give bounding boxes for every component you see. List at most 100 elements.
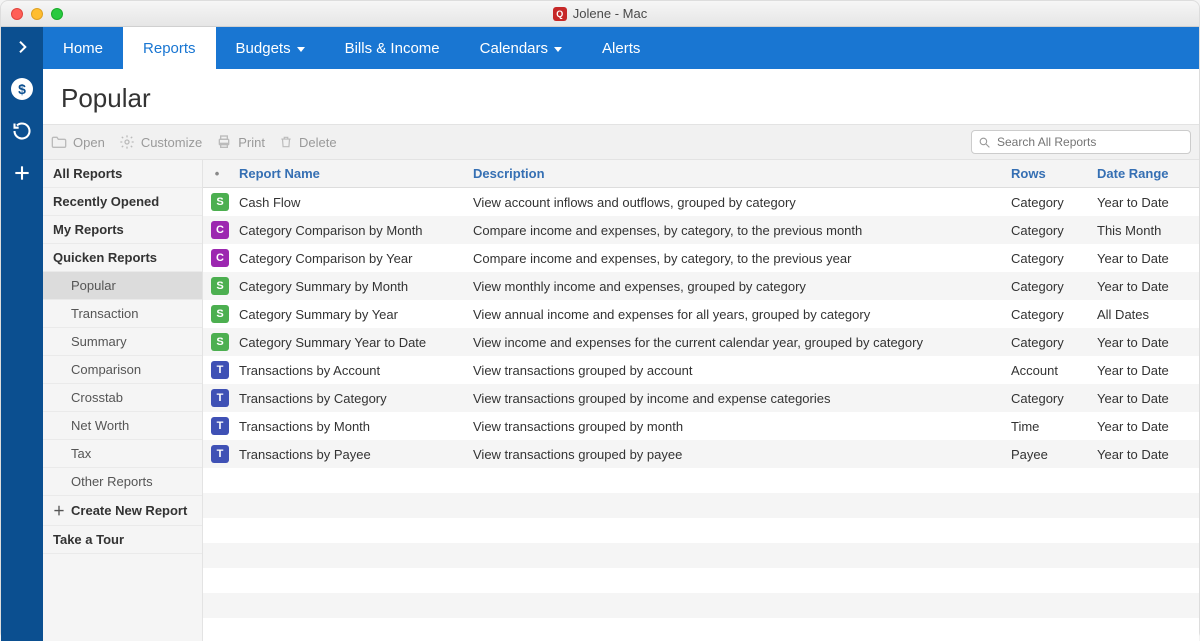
cell-icon: T	[203, 356, 231, 384]
sidebar-item-transaction[interactable]: Transaction	[43, 300, 202, 328]
sidebar-item-take-a-tour[interactable]: Take a Tour	[43, 526, 202, 554]
nav-tab-home[interactable]: Home	[43, 27, 123, 69]
sidebar-item-popular[interactable]: Popular	[43, 272, 202, 300]
nav-tab-budgets[interactable]: Budgets	[216, 27, 325, 69]
empty-row	[203, 518, 1199, 543]
sidebar-item-comparison[interactable]: Comparison	[43, 356, 202, 384]
empty-row	[203, 568, 1199, 593]
col-rows-header[interactable]: Rows	[1003, 160, 1089, 188]
sidebar-item-label: Transaction	[71, 306, 138, 321]
reports-table-wrap: • Report Name Description Rows Date Rang…	[203, 160, 1199, 641]
sidebar-item-label: Recently Opened	[53, 194, 159, 209]
report-type-icon: T	[211, 445, 229, 463]
cell-rows: Category	[1003, 188, 1089, 217]
cell-rows: Category	[1003, 216, 1089, 244]
cell-date-range: Year to Date	[1089, 356, 1199, 384]
nav-tab-label: Calendars	[480, 40, 548, 57]
sidebar-item-recently-opened[interactable]: Recently Opened	[43, 188, 202, 216]
sidebar-item-label: Summary	[71, 334, 127, 349]
accounts-icon[interactable]: $	[10, 77, 34, 101]
minimize-window-button[interactable]	[31, 8, 43, 20]
table-row[interactable]: SCategory Summary Year to DateView incom…	[203, 328, 1199, 356]
sidebar-item-create-new-report[interactable]: ＋Create New Report	[43, 496, 202, 526]
cell-rows: Category	[1003, 328, 1089, 356]
collapse-sidebar-icon[interactable]	[10, 35, 34, 59]
cell-description: View monthly income and expenses, groupe…	[465, 272, 1003, 300]
empty-row	[203, 493, 1199, 518]
table-row[interactable]: TTransactions by AccountView transaction…	[203, 356, 1199, 384]
sidebar-item-quicken-reports[interactable]: Quicken Reports	[43, 244, 202, 272]
cell-date-range: Year to Date	[1089, 272, 1199, 300]
sidebar-item-label: My Reports	[53, 222, 124, 237]
reports-table: • Report Name Description Rows Date Rang…	[203, 160, 1199, 641]
col-range-header[interactable]: Date Range	[1089, 160, 1199, 188]
sidebar-item-label: Quicken Reports	[53, 250, 157, 265]
print-button[interactable]: Print	[216, 134, 265, 150]
table-row[interactable]: TTransactions by PayeeView transactions …	[203, 440, 1199, 468]
add-icon[interactable]	[10, 161, 34, 185]
chevron-down-icon	[554, 47, 562, 52]
sidebar-item-all-reports[interactable]: All Reports	[43, 160, 202, 188]
table-row[interactable]: TTransactions by MonthView transactions …	[203, 412, 1199, 440]
nav-tab-label: Alerts	[602, 40, 640, 57]
main-nav: HomeReportsBudgetsBills & Income Calendar…	[43, 27, 1199, 69]
sidebar-item-crosstab[interactable]: Crosstab	[43, 384, 202, 412]
print-label: Print	[238, 135, 265, 150]
cell-report-name: Transactions by Payee	[231, 440, 465, 468]
cell-report-name: Category Summary by Month	[231, 272, 465, 300]
cell-icon: T	[203, 384, 231, 412]
col-name-header[interactable]: Report Name	[231, 160, 465, 188]
delete-button[interactable]: Delete	[279, 134, 337, 150]
plus-icon: ＋	[53, 502, 65, 519]
cell-date-range: Year to Date	[1089, 384, 1199, 412]
search-input[interactable]	[997, 135, 1184, 149]
window-controls	[11, 8, 63, 20]
report-type-icon: S	[211, 193, 229, 211]
cell-date-range: All Dates	[1089, 300, 1199, 328]
sidebar-item-tax[interactable]: Tax	[43, 440, 202, 468]
cell-rows: Payee	[1003, 440, 1089, 468]
open-button[interactable]: Open	[51, 135, 105, 150]
cell-description: View transactions grouped by account	[465, 356, 1003, 384]
cell-description: View account inflows and outflows, group…	[465, 188, 1003, 217]
window-title: Jolene - Mac	[573, 6, 647, 21]
report-toolbar: Open Customize Print Delete	[43, 124, 1199, 160]
customize-button[interactable]: Customize	[119, 134, 202, 150]
refresh-icon[interactable]	[10, 119, 34, 143]
empty-row	[203, 543, 1199, 568]
table-row[interactable]: CCategory Comparison by YearCompare inco…	[203, 244, 1199, 272]
cell-icon: C	[203, 216, 231, 244]
col-desc-header[interactable]: Description	[465, 160, 1003, 188]
cell-report-name: Transactions by Category	[231, 384, 465, 412]
cell-report-name: Cash Flow	[231, 188, 465, 217]
sidebar-item-label: Take a Tour	[53, 532, 124, 547]
cell-date-range: Year to Date	[1089, 188, 1199, 217]
nav-tab-bills-income[interactable]: Bills & Income	[325, 27, 460, 69]
nav-tab-reports[interactable]: Reports	[123, 27, 216, 69]
nav-tab-alerts[interactable]: Alerts	[582, 27, 660, 69]
sidebar-item-summary[interactable]: Summary	[43, 328, 202, 356]
close-window-button[interactable]	[11, 8, 23, 20]
report-type-icon: T	[211, 361, 229, 379]
cell-report-name: Category Comparison by Year	[231, 244, 465, 272]
table-row[interactable]: SCategory Summary by YearView annual inc…	[203, 300, 1199, 328]
open-label: Open	[73, 135, 105, 150]
cell-icon: T	[203, 440, 231, 468]
report-type-icon: S	[211, 305, 229, 323]
cell-description: Compare income and expenses, by category…	[465, 244, 1003, 272]
search-box[interactable]	[971, 130, 1191, 154]
window-titlebar: Q Jolene - Mac	[1, 1, 1199, 27]
cell-date-range: This Month	[1089, 216, 1199, 244]
sidebar-item-net-worth[interactable]: Net Worth	[43, 412, 202, 440]
sidebar-item-other-reports[interactable]: Other Reports	[43, 468, 202, 496]
sidebar-item-label: All Reports	[53, 166, 122, 181]
col-icon-header[interactable]: •	[203, 160, 231, 188]
table-row[interactable]: SCash FlowView account inflows and outfl…	[203, 188, 1199, 217]
table-row[interactable]: CCategory Comparison by MonthCompare inc…	[203, 216, 1199, 244]
zoom-window-button[interactable]	[51, 8, 63, 20]
table-row[interactable]: SCategory Summary by MonthView monthly i…	[203, 272, 1199, 300]
chevron-down-icon	[297, 47, 305, 52]
sidebar-item-my-reports[interactable]: My Reports	[43, 216, 202, 244]
table-row[interactable]: TTransactions by CategoryView transactio…	[203, 384, 1199, 412]
nav-tab-calendars[interactable]: Calendars	[460, 27, 582, 69]
